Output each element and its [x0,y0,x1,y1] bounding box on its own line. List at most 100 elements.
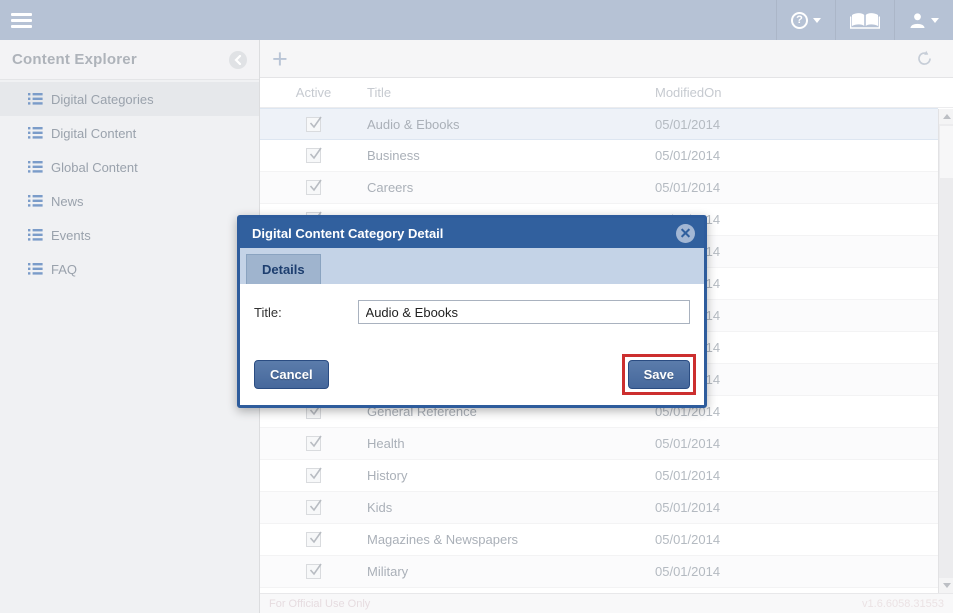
cancel-button[interactable]: Cancel [254,360,329,389]
active-checkbox[interactable] [306,532,321,547]
active-checkbox[interactable] [306,436,321,451]
title-cell: History [367,468,655,483]
table-row[interactable]: Military 05/01/2014 [260,556,938,588]
save-highlight-annotation: Save [622,354,696,395]
list-icon [28,93,43,105]
modifiedon-cell: 05/01/2014 [655,532,938,547]
dialog-tabstrip: Details [240,248,704,284]
save-button[interactable]: Save [628,360,690,389]
sidebar-item-faq[interactable]: FAQ [0,252,259,286]
active-checkbox[interactable] [306,564,321,579]
dialog-footer: Cancel Save [240,336,704,405]
version-label: v1.6.6058.31553 [862,598,944,610]
status-bar: For Official Use Only v1.6.6058.31553 [260,593,953,613]
active-cell [260,117,367,132]
sidebar-title: Content Explorer [12,51,137,68]
check-icon [307,465,324,482]
list-icon [28,195,43,207]
active-checkbox[interactable] [306,180,321,195]
table-row[interactable]: Careers 05/01/2014 [260,172,938,204]
chevron-down-icon [813,18,821,23]
close-icon[interactable] [676,224,695,243]
active-checkbox[interactable] [306,468,321,483]
library-button[interactable] [835,0,894,40]
sidebar-item-list: Digital Categories Digital Content [0,80,259,286]
tab-details[interactable]: Details [246,254,321,284]
hamburger-menu-icon[interactable] [0,0,44,40]
refresh-icon [916,50,933,67]
active-cell [260,532,367,547]
table-row[interactable]: Kids 05/01/2014 [260,492,938,524]
active-cell [260,180,367,195]
sidebar-item-digital-categories[interactable]: Digital Categories [0,82,259,116]
column-header-title[interactable]: Title [367,85,655,100]
triangle-up-icon [943,114,951,119]
sidebar-header: Content Explorer [0,40,259,80]
scroll-up-button[interactable] [939,109,953,124]
modifiedon-cell: 05/01/2014 [655,468,938,483]
active-cell [260,468,367,483]
modifiedon-cell: 05/01/2014 [655,117,938,132]
title-cell: Health [367,436,655,451]
list-icon [28,263,43,275]
app-window: ? Content Explorer [0,0,953,613]
check-icon [307,177,324,194]
modifiedon-cell: 05/01/2014 [655,180,938,195]
scroll-down-button[interactable] [939,578,953,593]
list-icon [28,229,43,241]
active-checkbox[interactable] [306,117,321,132]
modifiedon-cell: 05/01/2014 [655,500,938,515]
modifiedon-cell: 05/01/2014 [655,148,938,163]
sidebar-item-news[interactable]: News [0,184,259,218]
column-header-active[interactable]: Active [260,85,367,100]
top-bar: ? [0,0,953,40]
vertical-scrollbar[interactable] [938,109,953,593]
triangle-down-icon [943,583,951,588]
sidebar-item-events[interactable]: Events [0,218,259,252]
title-cell: Military [367,564,655,579]
sidebar-item-label: Digital Categories [51,92,154,107]
list-icon [28,161,43,173]
check-icon [307,561,324,578]
column-header-modifiedon[interactable]: ModifiedOn [655,85,938,100]
add-category-button[interactable]: + [272,47,288,71]
title-cell: Business [367,148,655,163]
active-cell [260,564,367,579]
dialog-header: Digital Content Category Detail [240,218,704,248]
active-cell [260,500,367,515]
check-icon [307,114,324,131]
title-cell: Magazines & Newspapers [367,532,655,547]
title-cell: Kids [367,500,655,515]
title-cell: Audio & Ebooks [367,117,655,132]
content-explorer-sidebar: Content Explorer Digital Categories [0,40,260,613]
table-header: Active Title ModifiedOn [260,78,953,108]
topbar-actions: ? [776,0,953,40]
user-menu-button[interactable] [894,0,953,40]
help-menu-button[interactable]: ? [776,0,835,40]
user-icon [909,12,926,29]
category-detail-dialog: Digital Content Category Detail Details … [237,215,707,408]
table-row[interactable]: Business 05/01/2014 [260,140,938,172]
modifiedon-cell: 05/01/2014 [655,564,938,579]
table-row[interactable]: Magazines & Newspapers 05/01/2014 [260,524,938,556]
table-row[interactable]: Audio & Ebooks 05/01/2014 [260,108,938,140]
refresh-button[interactable] [916,50,933,67]
active-cell [260,148,367,163]
sidebar-item-digital-content[interactable]: Digital Content [0,116,259,150]
active-cell [260,436,367,451]
dialog-title: Digital Content Category Detail [252,226,443,241]
scrollbar-thumb[interactable] [940,126,953,178]
table-row[interactable]: History 05/01/2014 [260,460,938,492]
sidebar-item-global-content[interactable]: Global Content [0,150,259,184]
active-checkbox[interactable] [306,148,321,163]
modifiedon-cell: 05/01/2014 [655,436,938,451]
title-input[interactable] [358,300,690,324]
sidebar-collapse-button[interactable] [229,51,247,69]
chevron-left-icon [234,55,242,65]
list-icon [28,127,43,139]
table-row[interactable]: Health 05/01/2014 [260,428,938,460]
sidebar-item-label: Events [51,228,91,243]
classification-label: For Official Use Only [269,598,370,610]
chevron-down-icon [931,18,939,23]
active-checkbox[interactable] [306,500,321,515]
